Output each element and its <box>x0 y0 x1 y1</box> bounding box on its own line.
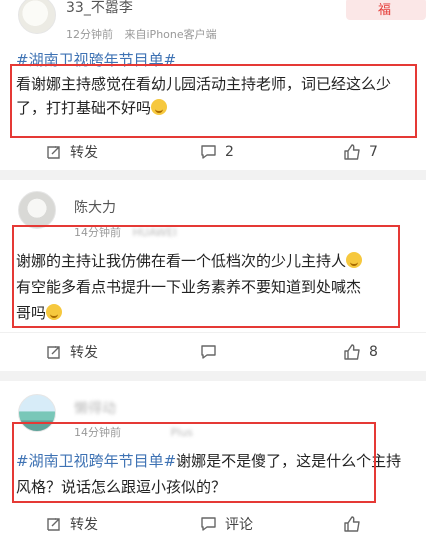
post-card: 陈大力 14分钟前 HUAWEI 谢娜的主持让我仿佛在看一个低档次的少儿主持人 … <box>0 180 426 371</box>
highlight-box <box>10 64 417 138</box>
post-card: 懒得动 14分钟前 Plus #湖南卫视跨年节目单#谢娜是不是傻了，这是什么个主… <box>0 381 426 543</box>
post-source: 来自iPhone客户端 <box>124 28 217 41</box>
comment-count: 2 <box>225 144 234 160</box>
repost-label: 转发 <box>70 145 98 161</box>
like-button[interactable]: 8 <box>344 337 378 367</box>
action-bar: 转发 评论 <box>0 509 426 539</box>
repost-icon <box>47 518 60 531</box>
post-card: 33_不嚣李 福 12分钟前 来自iPhone客户端 #湖南卫视跨年节目单# 看… <box>0 0 426 170</box>
repost-button[interactable]: 转发 <box>46 137 98 167</box>
repost-button[interactable]: 转发 <box>46 337 98 367</box>
comment-label: 评论 <box>225 517 253 533</box>
action-bar: 转发 8 <box>0 337 426 367</box>
repost-button[interactable]: 转发 <box>46 509 98 539</box>
avatar[interactable] <box>18 0 56 34</box>
comment-icon <box>201 345 216 359</box>
action-bar: 转发 2 7 <box>0 137 426 167</box>
comment-button[interactable] <box>200 337 225 367</box>
like-count: 7 <box>369 144 378 160</box>
repost-label: 转发 <box>70 345 98 361</box>
comment-button[interactable]: 评论 <box>200 509 253 539</box>
comment-button[interactable]: 2 <box>200 137 234 167</box>
like-button[interactable] <box>344 509 361 539</box>
highlight-box <box>12 422 376 503</box>
weibo-comments-feed: 33_不嚣李 福 12分钟前 来自iPhone客户端 #湖南卫视跨年节目单# 看… <box>0 0 426 543</box>
thumbs-up-icon <box>344 344 360 360</box>
username[interactable]: 33_不嚣李 <box>66 0 133 17</box>
like-button[interactable]: 7 <box>344 137 378 167</box>
username[interactable]: 陈大力 <box>74 197 116 217</box>
like-count: 8 <box>369 344 378 360</box>
post-time: 12分钟前 <box>66 28 113 41</box>
comment-icon <box>201 517 216 531</box>
festive-sticker-icon: 福 <box>346 0 426 20</box>
thumbs-up-icon <box>344 144 360 160</box>
comment-icon <box>201 145 216 159</box>
post-meta: 12分钟前 来自iPhone客户端 <box>66 26 217 42</box>
avatar[interactable] <box>18 191 56 229</box>
username[interactable]: 懒得动 <box>74 398 116 418</box>
repost-label: 转发 <box>70 517 98 533</box>
repost-icon <box>47 146 60 159</box>
repost-icon <box>47 346 60 359</box>
svg-text:福: 福 <box>378 3 391 18</box>
divider <box>0 332 426 333</box>
thumbs-up-icon <box>344 516 360 532</box>
highlight-box <box>12 225 400 328</box>
